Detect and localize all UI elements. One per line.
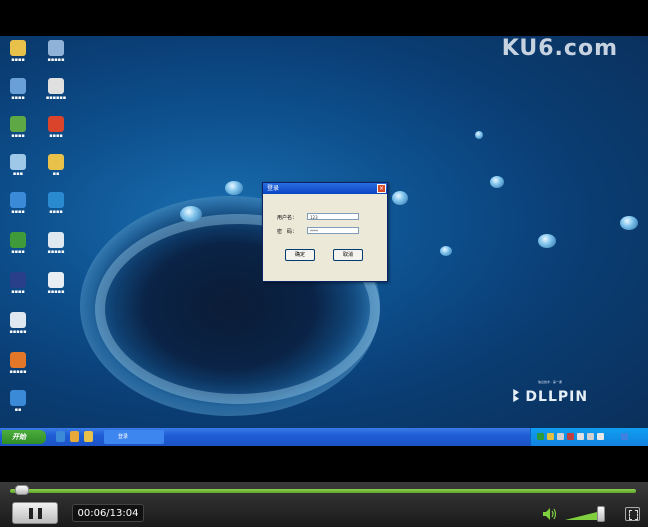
water-drop	[225, 181, 243, 195]
start-button[interactable]: 开始	[2, 430, 46, 444]
water-drop	[538, 234, 556, 248]
dialog-titlebar: 登录 ×	[263, 183, 387, 194]
pause-button[interactable]	[12, 502, 58, 524]
desktop-icon[interactable]: ▪▪	[2, 390, 34, 413]
water-drop	[475, 131, 483, 139]
tray-icon[interactable]	[587, 433, 594, 440]
app-icon	[10, 232, 26, 248]
tray-icon[interactable]	[577, 433, 584, 440]
desktop-icon[interactable]: ▪▪▪▪	[2, 272, 34, 295]
document-icon	[48, 78, 64, 94]
tray-icon[interactable]	[547, 433, 554, 440]
media-icon	[10, 272, 26, 288]
fullscreen-button[interactable]	[625, 507, 640, 521]
ie-icon	[10, 390, 26, 406]
water-drop	[620, 216, 638, 230]
pause-icon	[29, 508, 33, 519]
username-label: 用户名：	[277, 215, 298, 221]
water-drop	[490, 176, 504, 188]
desktop-icon[interactable]: ▪▪	[40, 154, 72, 177]
logo-mark-icon: ꔪ	[512, 386, 521, 407]
desktop-icon[interactable]: ▪▪▪▪	[40, 116, 72, 139]
tray-icon[interactable]	[621, 433, 628, 440]
folder-icon	[10, 40, 26, 56]
document-icon	[10, 312, 26, 328]
water-drop	[180, 206, 202, 222]
water-drop	[440, 246, 452, 256]
password-label: 密 码：	[277, 229, 298, 235]
ie-icon[interactable]	[56, 431, 65, 442]
logo-tagline: 信息技术 · 第一课	[538, 380, 562, 384]
password-field[interactable]: ****	[307, 227, 359, 234]
desktop-icon[interactable]: ▪▪▪▪	[2, 78, 34, 101]
system-tray	[530, 428, 648, 446]
desktop-icon[interactable]: ▪▪▪▪▪	[40, 232, 72, 255]
folder-icon[interactable]	[84, 431, 93, 442]
tray-icon[interactable]	[567, 433, 574, 440]
pause-icon	[38, 508, 42, 519]
desktop-icon[interactable]: ▪▪▪▪	[2, 116, 34, 139]
cancel-button[interactable]: 取消	[333, 249, 363, 261]
tray-icon[interactable]	[557, 433, 564, 440]
volume-knob[interactable]	[597, 506, 605, 522]
desktop-icon[interactable]: ▪▪▪▪▪	[40, 272, 72, 295]
desktop-icon[interactable]: ▪▪▪	[2, 154, 34, 177]
desktop-icon[interactable]: ▪▪▪▪	[2, 232, 34, 255]
volume-icon[interactable]	[542, 506, 558, 522]
desktop-icon[interactable]: ▪▪▪▪▪	[40, 40, 72, 63]
progress-track[interactable]	[10, 489, 636, 493]
desktop-icon[interactable]: ▪▪▪▪▪	[2, 312, 34, 335]
ie-icon	[10, 192, 26, 208]
app-icon	[10, 352, 26, 368]
taskbar: 开始 登录	[0, 428, 648, 446]
close-icon[interactable]: ×	[377, 184, 386, 193]
desktop-icon[interactable]: ▪▪▪▪▪	[2, 352, 34, 375]
computer-icon	[48, 40, 64, 56]
recycle-bin-icon	[10, 154, 26, 170]
document-icon	[48, 232, 64, 248]
ku6-watermark: KU6.com	[501, 36, 618, 61]
username-field[interactable]: 123	[307, 213, 359, 220]
video-frame[interactable]: KU6.com ▪▪▪▪ ▪▪▪▪▪ ▪▪▪▪ ▪▪▪▪▪▪ ▪▪▪▪ ▪▪▪▪…	[0, 36, 648, 446]
media-icon[interactable]	[70, 431, 79, 442]
top-letterbox	[0, 0, 648, 36]
desktop-icon[interactable]: ▪▪▪▪	[40, 192, 72, 215]
desktop-icons: ▪▪▪▪ ▪▪▪▪▪ ▪▪▪▪ ▪▪▪▪▪▪ ▪▪▪▪ ▪▪▪▪ ▪▪▪ ▪▪ …	[0, 36, 90, 426]
dialog-title: 登录	[267, 185, 280, 192]
desktop-icon[interactable]: ▪▪▪▪	[2, 40, 34, 63]
logo-name: DLLPIN	[525, 388, 589, 405]
volume-slider[interactable]	[565, 506, 615, 522]
fullscreen-icon	[629, 510, 638, 520]
app-icon	[10, 116, 26, 132]
login-dialog: 登录 × 用户名： 123 密 码： **** 确定 取消	[262, 182, 388, 282]
network-icon	[10, 78, 26, 94]
dllpin-logo: ꔪ DLLPIN 信息技术 · 第一课	[512, 380, 589, 407]
time-display: 00:06/13:04	[72, 504, 144, 522]
tray-icon[interactable]	[597, 433, 604, 440]
pdf-icon	[48, 116, 64, 132]
folder-icon	[48, 154, 64, 170]
tray-icon[interactable]	[537, 433, 544, 440]
ok-button[interactable]: 确定	[285, 249, 315, 261]
document-icon	[48, 272, 64, 288]
progress-thumb[interactable]	[15, 485, 29, 495]
player-controls: 00:06/13:04	[0, 482, 648, 527]
desktop-icon[interactable]: ▪▪▪▪▪▪	[40, 78, 72, 101]
app-icon	[48, 192, 64, 208]
progress-fill	[10, 489, 636, 493]
desktop-icon[interactable]: ▪▪▪▪	[2, 192, 34, 215]
taskbar-item-login[interactable]: 登录	[104, 430, 164, 444]
water-drop	[392, 191, 408, 205]
